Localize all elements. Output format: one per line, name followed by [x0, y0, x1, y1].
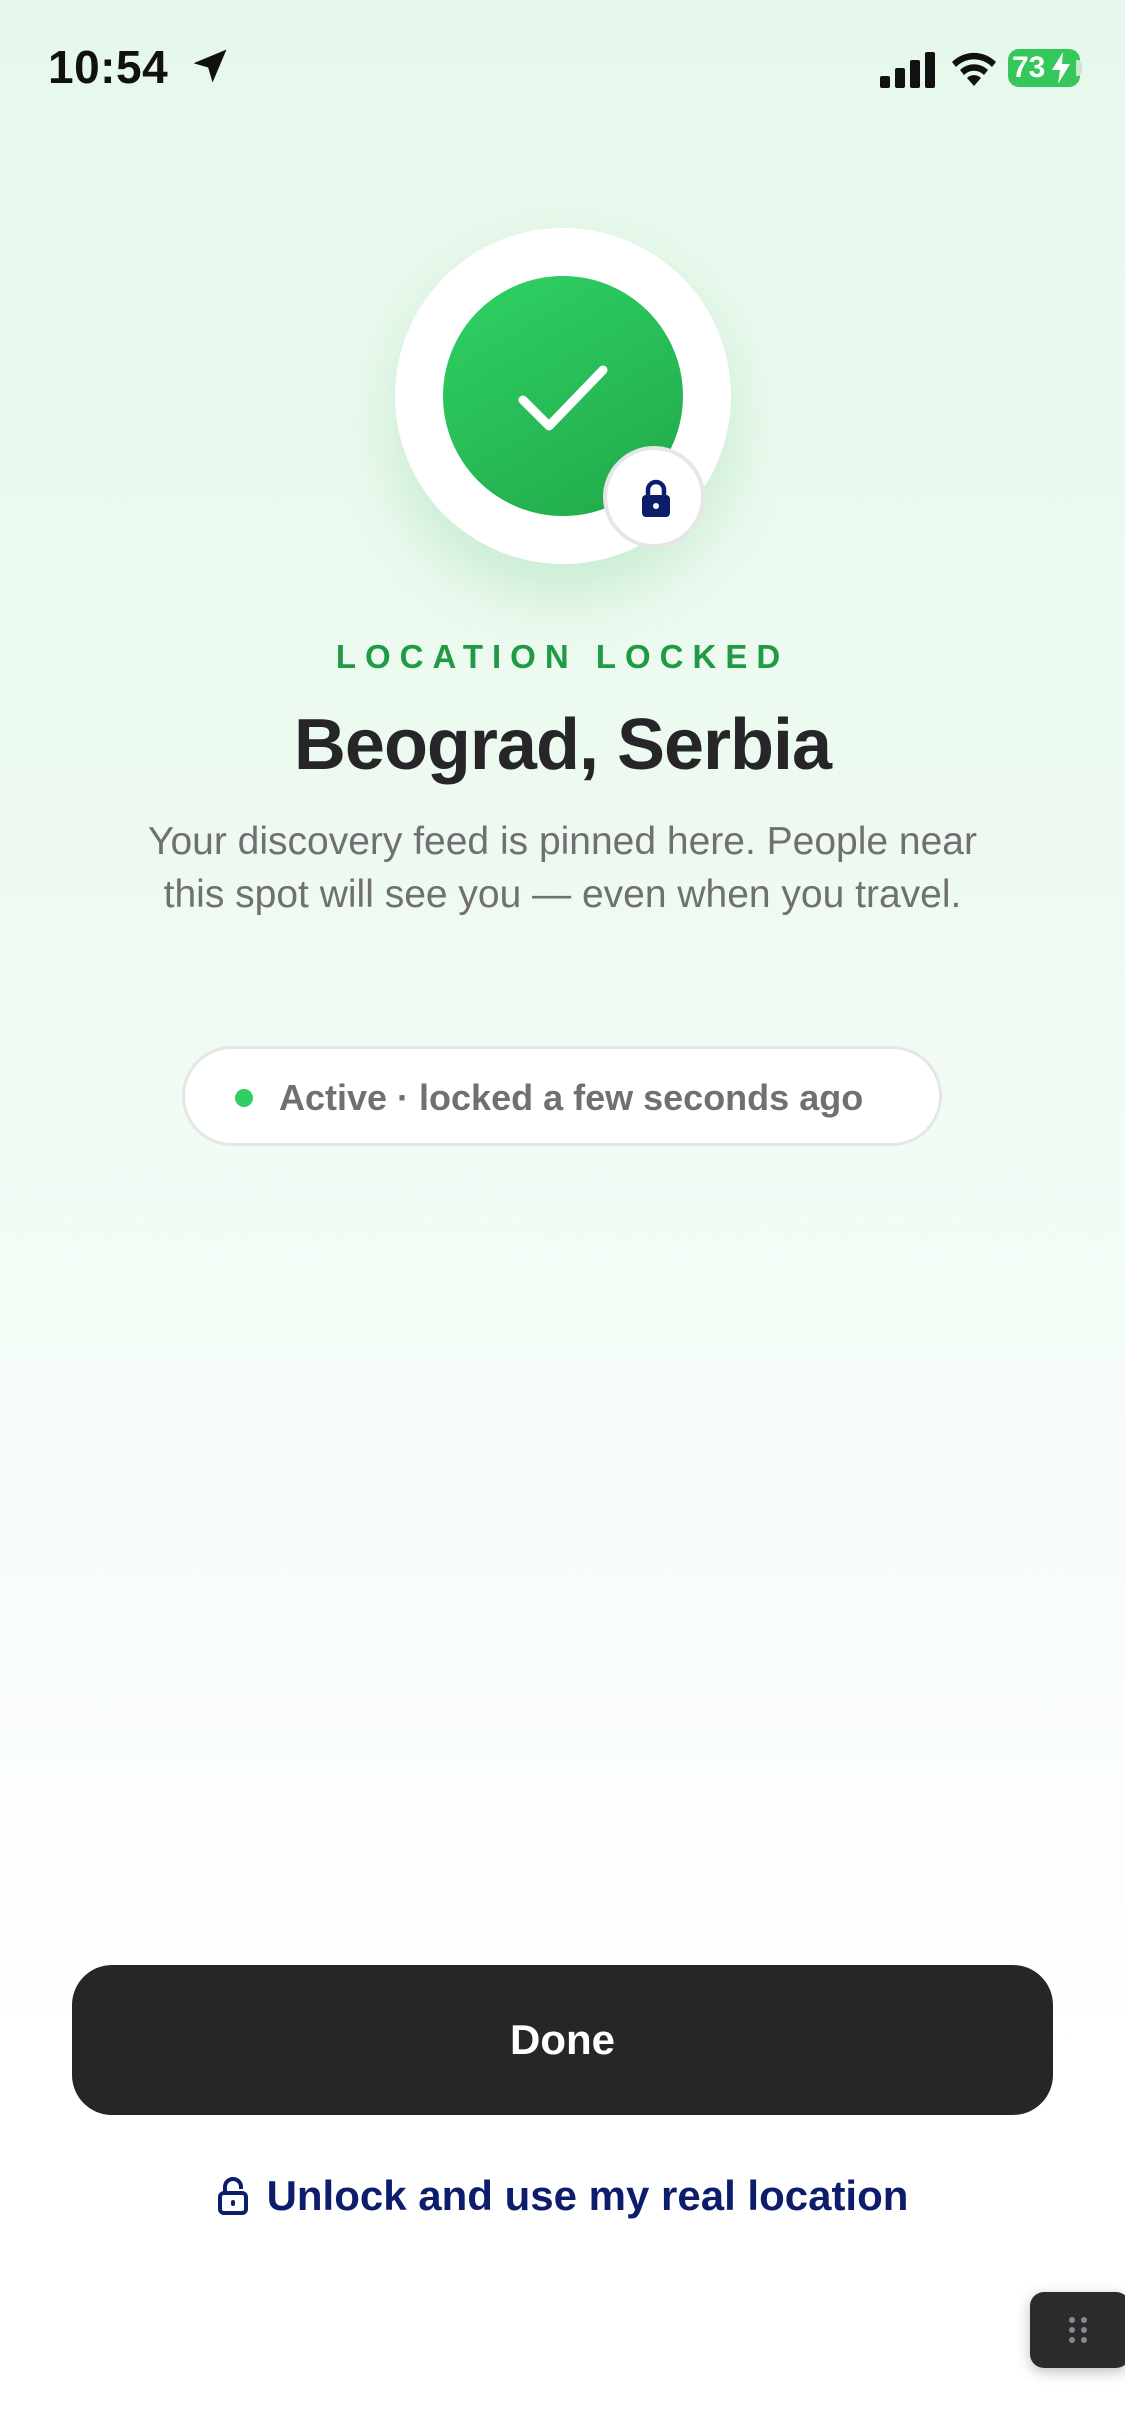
- lock-open-icon: [217, 2177, 248, 2215]
- status-bar: 10:54 73: [0, 0, 1125, 140]
- battery-tip: [1076, 60, 1082, 76]
- checkmark-icon: [518, 365, 608, 431]
- lock-icon: [642, 479, 670, 517]
- lock-badge: [603, 446, 705, 548]
- wifi-icon: [952, 52, 996, 86]
- unlock-real-location-link[interactable]: Unlock and use my real location: [0, 2172, 1125, 2220]
- battery-level: 73: [1012, 51, 1046, 84]
- status-text: Active · locked a few seconds ago: [279, 1077, 864, 1118]
- battery-charging-icon: [1052, 52, 1070, 84]
- location-title: Beograd, Serbia: [293, 705, 832, 785]
- floating-drag-handle[interactable]: [1030, 2292, 1125, 2368]
- location-locked-badge: [395, 228, 731, 564]
- cellular-signal-icon: [880, 52, 935, 88]
- status-pill: Active · locked a few seconds ago: [182, 1046, 942, 1146]
- location-description: Your discovery feed is pinned here. Peop…: [148, 820, 977, 916]
- location-locked-label: LOCATION LOCKED: [335, 638, 790, 675]
- status-time: 10:54: [48, 41, 169, 93]
- active-status-dot: [235, 1089, 253, 1107]
- unlock-link-label: Unlock and use my real location: [266, 2172, 909, 2219]
- done-button[interactable]: Done: [72, 1965, 1053, 2115]
- location-arrow-icon: [193, 49, 227, 83]
- drag-handle-icon: [1069, 2317, 1087, 2343]
